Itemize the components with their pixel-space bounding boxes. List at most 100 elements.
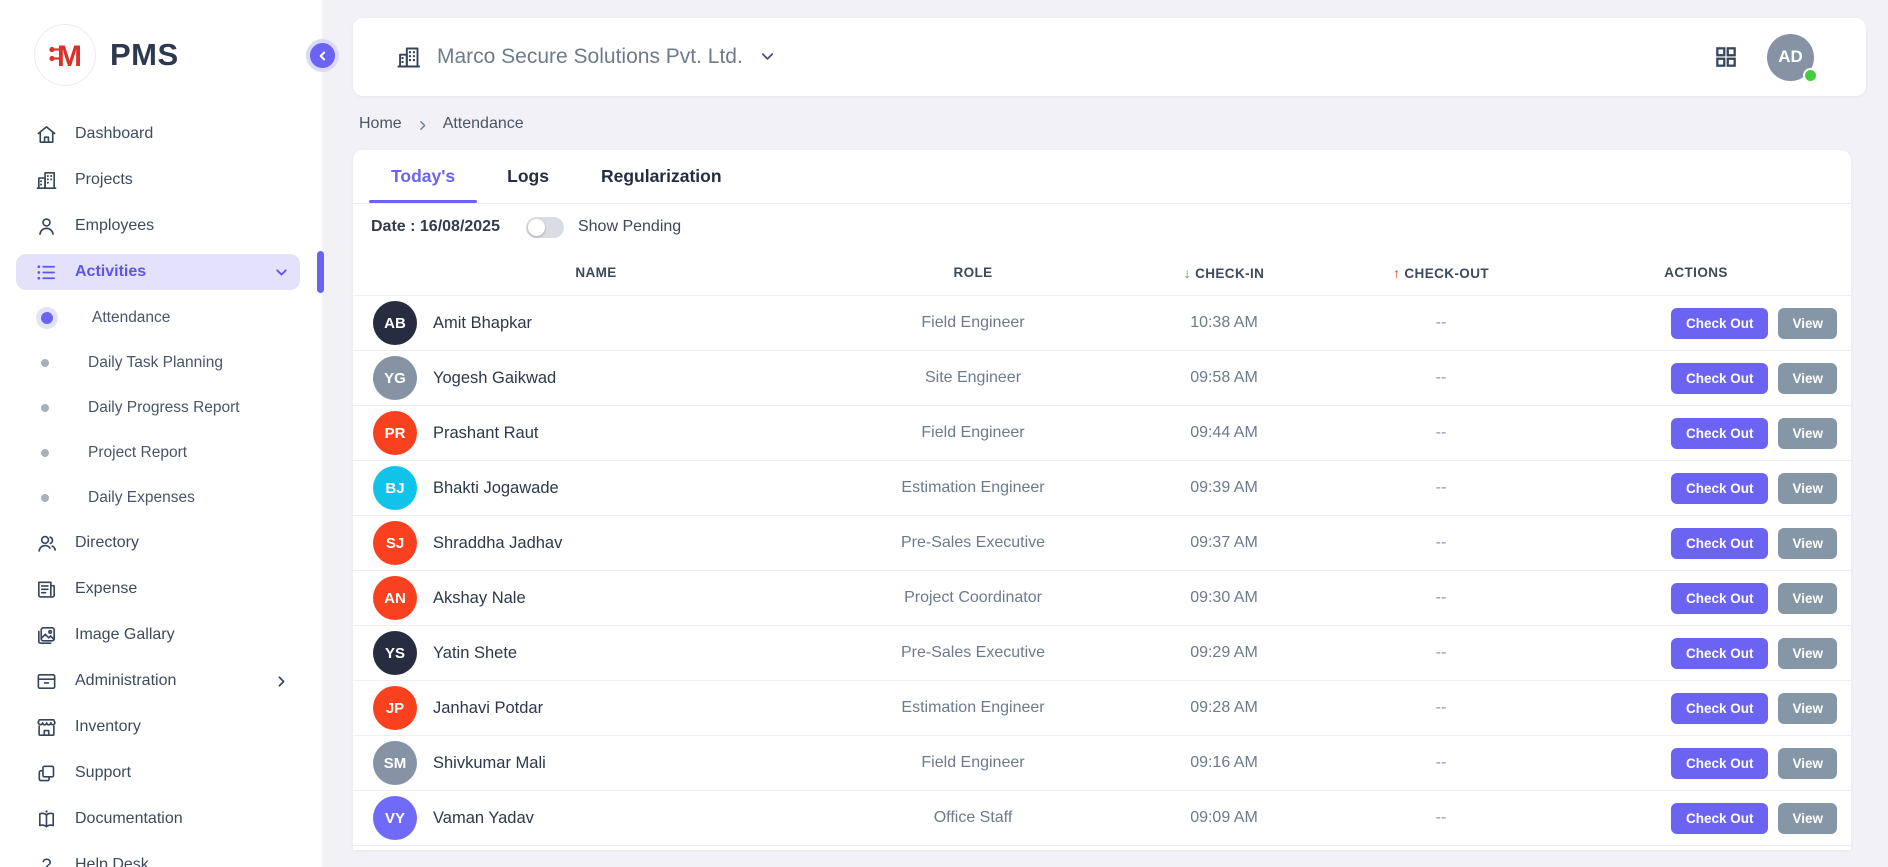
sidebar-item-dashboard[interactable]: Dashboard (16, 116, 300, 152)
show-pending-toggle[interactable] (526, 217, 564, 238)
sidebar-item-inventory[interactable]: Inventory (16, 709, 300, 745)
row-actions: Check Out View (1553, 528, 1839, 559)
column-check-in[interactable]: ↓CHECK-IN (1119, 265, 1329, 281)
logo: M PMS (0, 18, 322, 108)
chevron-right-icon (273, 673, 290, 690)
breadcrumb-current[interactable]: Attendance (443, 115, 524, 133)
employee-role: Project Coordinator (827, 589, 1119, 607)
check-out-button[interactable]: Check Out (1671, 418, 1769, 449)
attendance-card: Today's Logs Regularization Date : 16/08… (353, 150, 1851, 850)
view-button[interactable]: View (1778, 418, 1837, 449)
app-root: M PMS Dashboard Projects Employees Activiti… (0, 0, 1888, 867)
breadcrumb: Home Attendance (359, 115, 1866, 133)
expense-icon (34, 577, 58, 601)
chevron-left-icon (316, 49, 330, 63)
view-button[interactable]: View (1778, 803, 1837, 834)
check-out-button[interactable]: Check Out (1671, 528, 1769, 559)
avatar: AB (373, 301, 417, 345)
sidebar-item-expense[interactable]: Expense (16, 571, 300, 607)
view-button[interactable]: View (1778, 308, 1837, 339)
topbar-right: AD (1713, 34, 1828, 81)
check-out-button[interactable]: Check Out (1671, 473, 1769, 504)
check-out-button[interactable]: Check Out (1671, 308, 1769, 339)
view-button[interactable]: View (1778, 583, 1837, 614)
sidebar-item-employees[interactable]: Employees (16, 208, 300, 244)
sidebar-item-directory[interactable]: Directory (16, 525, 300, 561)
sidebar-subitem-daily-task-planning[interactable]: Daily Task Planning (16, 345, 300, 381)
sidebar-subitem-attendance[interactable]: Attendance (16, 300, 300, 336)
check-out-time: -- (1329, 589, 1553, 607)
sidebar-subitem-label: Daily Task Planning (88, 354, 223, 372)
check-out-button[interactable]: Check Out (1671, 363, 1769, 394)
employee-cell: JPJanhavi Potdar (365, 686, 827, 730)
sidebar-item-image-gallary[interactable]: Image Gallary (16, 617, 300, 653)
employees-icon (34, 214, 58, 238)
tab-logs[interactable]: Logs (481, 150, 575, 203)
employee-role: Site Engineer (827, 369, 1119, 387)
employee-cell: BJBhakti Jogawade (365, 466, 827, 510)
avatar: BJ (373, 466, 417, 510)
show-pending-label: Show Pending (578, 218, 681, 236)
check-out-button[interactable]: Check Out (1671, 693, 1769, 724)
sidebar-subitem-daily-progress-report[interactable]: Daily Progress Report (16, 390, 300, 426)
view-button[interactable]: View (1778, 473, 1837, 504)
sidebar-subitem-daily-expenses[interactable]: Daily Expenses (16, 480, 300, 516)
employee-cell: YSYatin Shete (365, 631, 827, 675)
breadcrumb-home[interactable]: Home (359, 115, 402, 133)
apps-grid-button[interactable] (1713, 44, 1739, 70)
check-in-time: 10:38 AM (1119, 314, 1329, 332)
employee-role: Estimation Engineer (827, 479, 1119, 497)
check-out-time: -- (1329, 314, 1553, 332)
tab-regularization[interactable]: Regularization (575, 150, 748, 203)
check-out-time: -- (1329, 369, 1553, 387)
home-icon (34, 122, 58, 146)
check-out-time: -- (1329, 699, 1553, 717)
avatar: AN (373, 576, 417, 620)
chevron-down-icon (273, 264, 290, 281)
sidebar-item-label: Dashboard (75, 125, 153, 143)
sidebar-item-activities[interactable]: Activities (16, 254, 300, 290)
administration-icon (34, 669, 58, 693)
sidebar-subitem-label: Daily Progress Report (88, 399, 240, 417)
check-out-button[interactable]: Check Out (1671, 803, 1769, 834)
sidebar-collapse-button[interactable] (306, 39, 339, 72)
tab-bar: Today's Logs Regularization (353, 150, 1851, 204)
view-button[interactable]: View (1778, 363, 1837, 394)
check-out-button[interactable]: Check Out (1671, 748, 1769, 779)
employee-role: Office Staff (827, 809, 1119, 827)
row-actions: Check Out View (1553, 748, 1839, 779)
check-in-time: 09:28 AM (1119, 699, 1329, 717)
check-in-time: 09:30 AM (1119, 589, 1329, 607)
check-out-button[interactable]: Check Out (1671, 638, 1769, 669)
employee-name: Amit Bhapkar (433, 314, 532, 333)
sidebar-item-help-desk[interactable]: ?Help Desk (16, 847, 300, 867)
bullet-dot-icon (41, 449, 49, 457)
sidebar-item-administration[interactable]: Administration (16, 663, 300, 699)
view-button[interactable]: View (1778, 693, 1837, 724)
view-button[interactable]: View (1778, 748, 1837, 779)
topbar: Marco Secure Solutions Pvt. Ltd. AD (353, 18, 1866, 96)
check-out-time: -- (1329, 479, 1553, 497)
employee-cell: SMShivkumar Mali (365, 741, 827, 785)
tab-todays[interactable]: Today's (365, 150, 481, 203)
sidebar-item-projects[interactable]: Projects (16, 162, 300, 198)
directory-icon (34, 531, 58, 555)
sidebar-item-support[interactable]: Support (16, 755, 300, 791)
check-out-button[interactable]: Check Out (1671, 583, 1769, 614)
company-selector[interactable]: Marco Secure Solutions Pvt. Ltd. (395, 43, 777, 71)
user-menu[interactable]: AD (1767, 34, 1814, 81)
sidebar-item-label: Directory (75, 534, 139, 552)
toggle-knob (528, 219, 545, 236)
view-button[interactable]: View (1778, 638, 1837, 669)
check-in-time: 09:16 AM (1119, 754, 1329, 772)
column-check-out[interactable]: ↑CHECK-OUT (1329, 265, 1553, 281)
sidebar-item-label: Employees (75, 217, 154, 235)
sidebar-subitem-project-report[interactable]: Project Report (16, 435, 300, 471)
check-in-time: 09:44 AM (1119, 424, 1329, 442)
row-actions: Check Out View (1553, 583, 1839, 614)
view-button[interactable]: View (1778, 528, 1837, 559)
avatar: PR (373, 411, 417, 455)
sidebar-item-documentation[interactable]: Documentation (16, 801, 300, 837)
row-actions: Check Out View (1553, 308, 1839, 339)
column-role: ROLE (827, 265, 1119, 280)
